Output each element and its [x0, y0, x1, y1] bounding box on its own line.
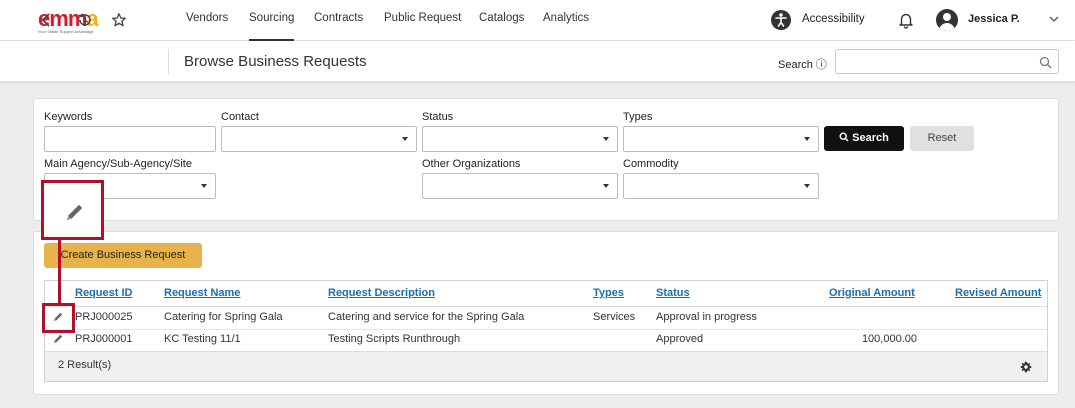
status-label: Status: [422, 111, 454, 123]
column-header-status[interactable]: Status: [656, 287, 690, 299]
search-icon[interactable]: [1039, 56, 1052, 69]
cell-original-amount: 100,000.00: [861, 333, 917, 345]
back-arrow-icon[interactable]: [38, 12, 54, 28]
contact-label: Contact: [221, 111, 259, 123]
column-header-original-amount[interactable]: Original Amount: [829, 287, 915, 299]
bell-icon[interactable]: [897, 11, 915, 29]
callout-magnified-pencil: [41, 180, 104, 240]
cell-types: Services: [593, 311, 636, 323]
commodity-select[interactable]: [623, 173, 819, 199]
search-button-label: Search: [852, 132, 889, 144]
other-organizations-select[interactable]: [422, 173, 618, 199]
cell-request-name: Catering for Spring Gala: [164, 311, 283, 323]
nav-public-request[interactable]: Public Request: [384, 0, 461, 41]
pencil-icon[interactable]: [52, 333, 64, 345]
caret-down-icon: [603, 184, 609, 188]
global-search-input[interactable]: [835, 49, 1059, 74]
types-label: Types: [623, 111, 653, 123]
cell-status: Approval in progress: [656, 311, 757, 323]
cell-request-description: Catering and service for the Spring Gala: [328, 311, 525, 323]
history-icon[interactable]: [77, 12, 93, 28]
accessibility-label[interactable]: Accessibility: [802, 13, 865, 25]
nav-vendors[interactable]: Vendors: [186, 0, 228, 41]
caret-down-icon: [402, 137, 408, 141]
toolbar-divider: [168, 49, 169, 75]
status-select[interactable]: [422, 126, 618, 152]
nav-catalogs[interactable]: Catalogs: [479, 0, 524, 41]
callout-highlight-box: [42, 303, 75, 333]
nav-contracts[interactable]: Contracts: [314, 0, 363, 41]
column-header-types[interactable]: Types: [593, 287, 624, 299]
star-icon[interactable]: [111, 12, 127, 28]
agency-label: Main Agency/Sub-Agency/Site: [44, 158, 192, 170]
grid-footer: [45, 351, 1047, 381]
logo-tagline: Your Stable Support Advantage: [38, 29, 94, 34]
page-title: Browse Business Requests: [184, 53, 367, 70]
nav-sourcing[interactable]: Sourcing: [249, 0, 295, 41]
create-business-request-button[interactable]: Create Business Request: [44, 243, 202, 268]
column-header-request-name[interactable]: Request Name: [164, 287, 240, 299]
cell-request-id: PRJ000001: [75, 333, 133, 345]
cell-request-id: PRJ000025: [75, 311, 133, 323]
cell-status: Approved: [656, 333, 704, 345]
column-header-request-id[interactable]: Request ID: [75, 287, 132, 299]
caret-down-icon: [804, 137, 810, 141]
callout-connector: [58, 240, 61, 304]
other-organizations-label: Other Organizations: [422, 158, 521, 170]
reset-button[interactable]: Reset: [910, 126, 974, 151]
caret-down-icon: [804, 184, 810, 188]
nav-analytics[interactable]: Analytics: [543, 0, 589, 41]
chevron-down-icon[interactable]: [1048, 13, 1060, 25]
keywords-label: Keywords: [44, 111, 93, 123]
result-count: 2 Result(s): [58, 359, 112, 371]
caret-down-icon: [603, 137, 609, 141]
search-icon: [839, 132, 849, 142]
cell-request-description: Testing Scripts Runthrough: [328, 333, 461, 345]
search-label: Search ⓘ: [778, 59, 827, 71]
user-name[interactable]: Jessica P.: [968, 13, 1020, 25]
cell-request-name: KC Testing 11/1: [164, 333, 241, 345]
keywords-input[interactable]: [44, 126, 216, 152]
caret-down-icon: [201, 184, 207, 188]
types-select[interactable]: [623, 126, 819, 152]
pencil-icon: [67, 204, 83, 220]
search-button[interactable]: Search: [824, 126, 904, 151]
column-header-revised-amount[interactable]: Revised Amount: [955, 287, 1041, 299]
accessibility-icon[interactable]: [771, 10, 791, 30]
commodity-label: Commodity: [623, 158, 679, 170]
contact-select[interactable]: [221, 126, 417, 152]
avatar[interactable]: [936, 9, 958, 31]
column-header-request-description[interactable]: Request Description: [328, 287, 435, 299]
gear-icon[interactable]: [1020, 361, 1032, 373]
